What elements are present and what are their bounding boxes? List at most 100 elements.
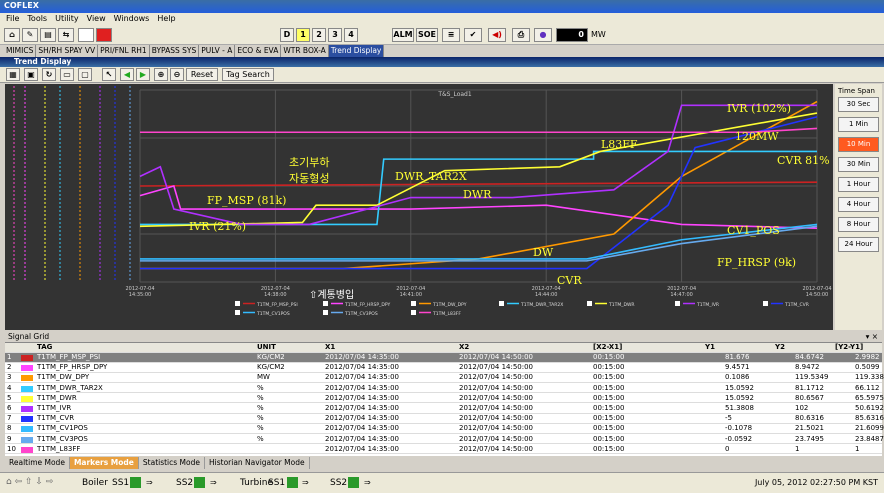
column-header[interactable]: Y2: [775, 343, 785, 353]
zoom-out-icon[interactable]: ⊖: [170, 68, 184, 81]
view-3-button[interactable]: 3: [328, 28, 342, 42]
legend-checkbox[interactable]: [323, 301, 328, 306]
printer-icon[interactable]: ⎙: [512, 28, 530, 42]
tab-mimics[interactable]: MIMICS: [4, 45, 37, 57]
mw-unit: MW: [591, 30, 606, 39]
view-4-button[interactable]: 4: [344, 28, 358, 42]
save-icon[interactable]: ▭: [60, 68, 74, 81]
layers-icon[interactable]: ▣: [24, 68, 38, 81]
tag-search-button[interactable]: Tag Search: [222, 68, 274, 81]
menu-view[interactable]: View: [87, 14, 106, 25]
tab-pri-fnl-rh1[interactable]: PRI/FNL RH1: [98, 45, 150, 57]
legend-checkbox[interactable]: [235, 310, 240, 315]
cell-dx: 00:15:00: [593, 434, 625, 443]
close-icon[interactable]: ▾ ×: [866, 332, 878, 341]
forward-icon[interactable]: ▶: [136, 68, 150, 81]
tab-sh-rh-spay[interactable]: SH/RH SPAY VV: [36, 45, 99, 57]
refresh-icon[interactable]: ↻: [42, 68, 56, 81]
column-header[interactable]: X2: [459, 343, 469, 353]
cursor-icon[interactable]: ↖: [102, 68, 116, 81]
globe-icon[interactable]: ●: [534, 28, 552, 42]
tab-realtime-mode[interactable]: Realtime Mode: [5, 457, 70, 469]
tab-statistics-mode[interactable]: Statistics Mode: [139, 457, 205, 469]
column-header[interactable]: X1: [325, 343, 335, 353]
boiler-ss2-indicator: [194, 477, 205, 488]
span-1min[interactable]: 1 Min: [838, 117, 879, 132]
tab-pulv-a[interactable]: PULV - A: [199, 45, 236, 57]
tab-historian-mode[interactable]: Historian Navigator Mode: [205, 457, 310, 469]
span-30min[interactable]: 30 Min: [838, 157, 879, 172]
column-header[interactable]: [X2-X1]: [593, 343, 622, 353]
menu-file[interactable]: File: [6, 14, 19, 25]
tool-icon[interactable]: ✎: [22, 28, 38, 42]
column-header[interactable]: [Y2-Y1]: [835, 343, 863, 353]
soe-button[interactable]: SOE: [416, 28, 438, 42]
d-button[interactable]: D: [280, 28, 294, 42]
table-row[interactable]: 4 T1TM_DWR_TAR2X% 2012/07/04 14:35:00 2012/…: [5, 384, 882, 394]
cell-unit: %: [257, 404, 264, 412]
legend-checkbox[interactable]: [587, 301, 592, 306]
table-row[interactable]: 10 T1TM_L83FF 2012/07/04 14:35:00 2012/07/0…: [5, 445, 882, 455]
table-row[interactable]: 6 T1TM_IVR% 2012/07/04 14:35:00 2012/07/04 …: [5, 404, 884, 414]
table-row[interactable]: 9 T1TM_CV3POS% 2012/07/04 14:35:00 2012/07/…: [5, 434, 884, 445]
list-icon[interactable]: ≡: [442, 28, 460, 42]
table-row[interactable]: 8 T1TM_CV1POS% 2012/07/04 14:35:00 2012/07/…: [5, 424, 884, 434]
color-swatch: [21, 426, 33, 433]
legend-checkbox[interactable]: [763, 301, 768, 306]
reset-button[interactable]: Reset: [186, 68, 218, 81]
annotation-cvr: CVR: [557, 274, 582, 287]
legend-checkbox[interactable]: [499, 301, 504, 306]
folder-icon[interactable]: ▢: [78, 68, 92, 81]
legend-checkbox[interactable]: [411, 310, 416, 315]
table-row[interactable]: 7 T1TM_CVR% 2012/07/04 14:35:00 2012/07/04 …: [5, 414, 884, 424]
link-icon[interactable]: ⇆: [58, 28, 74, 42]
print-icon[interactable]: ▤: [40, 28, 56, 42]
menu-windows[interactable]: Windows: [114, 14, 150, 25]
tab-markers-mode[interactable]: Markers Mode: [69, 457, 139, 469]
home-icon[interactable]: ⌂: [4, 28, 20, 42]
view-2-button[interactable]: 2: [312, 28, 326, 42]
legend-checkbox[interactable]: [675, 301, 680, 306]
legend-checkbox[interactable]: [235, 301, 240, 306]
span-30sec[interactable]: 30 Sec: [838, 97, 879, 112]
nav-arrows-icon[interactable]: ⌂ ⇦ ⇧ ⇩ ⇨: [6, 477, 53, 487]
column-header[interactable]: Y1: [705, 343, 715, 353]
zoom-in-icon[interactable]: ⊕: [154, 68, 168, 81]
table-row[interactable]: 5 T1TM_DWR% 2012/07/04 14:35:00 2012/07/04 …: [5, 394, 884, 404]
tab-wtr-box-a[interactable]: WTR BOX-A: [281, 45, 329, 57]
tab-trend-display[interactable]: Trend Display: [328, 45, 385, 57]
boiler-ss1-indicator: [130, 477, 141, 488]
chart-svg[interactable]: T&S_Load1 2012-07-04 14:35:00 2012-07-04 14…: [5, 84, 833, 330]
cell-x2: 2012/07/04 14:50:00: [459, 363, 534, 372]
span-24hour[interactable]: 24 Hour: [838, 237, 879, 252]
trend-chart[interactable]: T&S_Load1 2012-07-04 14:35:00 2012-07-04 14…: [5, 84, 833, 330]
chart-icon[interactable]: ▦: [6, 68, 20, 81]
trend-window-title: Trend Display: [0, 57, 884, 67]
legend-checkbox[interactable]: [411, 301, 416, 306]
cell-x2: 2012/07/04 14:50:00: [459, 444, 534, 453]
tab-eco-eva[interactable]: ECO & EVA: [235, 45, 282, 57]
view-1-button[interactable]: 1: [296, 28, 310, 42]
red-box-icon[interactable]: [96, 28, 112, 42]
menu-tools[interactable]: Tools: [27, 14, 47, 25]
white-box-icon[interactable]: [78, 28, 94, 42]
column-header[interactable]: TAG: [37, 343, 52, 353]
table-row[interactable]: 1 T1TM_FP_MSP_PSI KG/CM2 2012/07/04 14:35:0…: [5, 353, 882, 363]
column-header[interactable]: UNIT: [257, 343, 276, 353]
check-icon[interactable]: ✔: [464, 28, 482, 42]
tab-bypass-sys[interactable]: BYPASS SYS: [150, 45, 200, 57]
legend-checkbox[interactable]: [323, 310, 328, 315]
span-10min[interactable]: 10 Min: [838, 137, 879, 152]
span-4hour[interactable]: 4 Hour: [838, 197, 879, 212]
span-8hour[interactable]: 8 Hour: [838, 217, 879, 232]
cell-dy: 66.112: [855, 383, 880, 392]
menu-help[interactable]: Help: [157, 14, 175, 25]
span-1hour[interactable]: 1 Hour: [838, 177, 879, 192]
signal-grid[interactable]: TAG UNIT X1 X2 [X2-X1] Y1 Y2 [Y2-Y1] 1 T1TM_FP_MS…: [5, 343, 884, 456]
alm-button[interactable]: ALM: [392, 28, 414, 42]
table-row[interactable]: 3 T1TM_DW_DPY MW 2012/07/04 14:35:00 2012/07…: [5, 373, 884, 383]
back-icon[interactable]: ◀: [120, 68, 134, 81]
menu-utility[interactable]: Utility: [55, 14, 79, 25]
sound-icon[interactable]: ◀): [488, 28, 506, 42]
table-row[interactable]: 2 T1TM_FP_HRSP_DPY KG/CM2 2012/07/04 14:35:…: [5, 363, 882, 373]
